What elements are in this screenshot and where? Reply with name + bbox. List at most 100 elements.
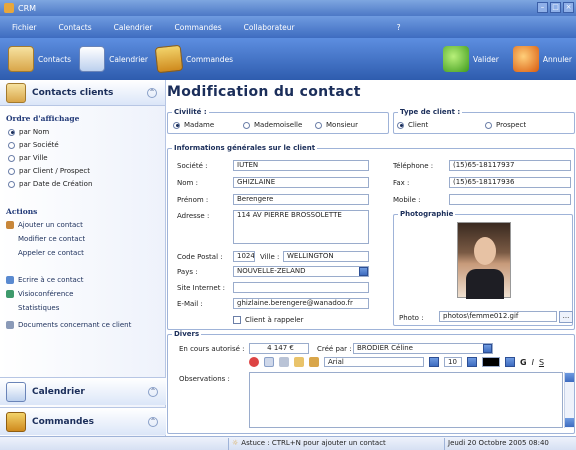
- fax-field[interactable]: (15)65-18117936: [449, 177, 571, 188]
- order-option-societe[interactable]: par Société: [8, 141, 59, 149]
- action-documents[interactable]: Documents concernant ce client: [6, 321, 131, 329]
- prenom-field[interactable]: Berengere: [233, 194, 369, 205]
- toolbar-contacts-label: Contacts: [38, 54, 72, 64]
- cut-icon[interactable]: [279, 357, 289, 367]
- civilite-madame[interactable]: Madame: [173, 121, 214, 129]
- minimize-button[interactable]: –: [537, 2, 548, 13]
- action-videoconference[interactable]: Visioconférence: [6, 290, 73, 298]
- action-statistics[interactable]: Statistiques: [18, 304, 59, 312]
- page-title: Modification du contact: [167, 84, 361, 100]
- menu-contacts[interactable]: Contacts: [47, 23, 102, 32]
- order-option-ville[interactable]: par Ville: [8, 154, 48, 162]
- sidebar-orders-panel[interactable]: Commandes ^: [0, 407, 166, 435]
- toolbar-calendar-button[interactable]: Calendrier: [79, 46, 148, 72]
- societe-label: Société :: [177, 162, 208, 170]
- menu-help[interactable]: ?: [385, 23, 411, 32]
- type-label: Prospect: [496, 121, 527, 129]
- chevron-down-icon[interactable]: [467, 357, 477, 367]
- telephone-field[interactable]: (15)65-18117937: [449, 160, 571, 171]
- site-field[interactable]: [233, 282, 369, 293]
- scroll-up-icon[interactable]: [565, 373, 574, 382]
- photo-legend: Photographie: [398, 210, 456, 218]
- toolbar-calendar-label: Calendrier: [109, 54, 149, 64]
- copy-icon[interactable]: [294, 357, 304, 367]
- bold-button[interactable]: G: [520, 358, 527, 367]
- font-size-select[interactable]: 10: [444, 357, 462, 367]
- color-swatch[interactable]: [482, 357, 500, 367]
- action-write-contact[interactable]: Ecrire à ce contact: [6, 276, 83, 284]
- underline-button[interactable]: S: [539, 358, 544, 367]
- maximize-button[interactable]: □: [550, 2, 561, 13]
- email-field[interactable]: ghizlaine.berengere@wanadoo.fr: [233, 298, 369, 309]
- mobile-label: Mobile :: [393, 196, 421, 204]
- tip-label: Astuce : CTRL+N pour ajouter un contact: [241, 439, 386, 447]
- cree-par-select[interactable]: BRODIER Céline: [353, 343, 493, 354]
- italic-button[interactable]: I: [532, 358, 534, 367]
- tip-text: ☼ Astuce : CTRL+N pour ajouter un contac…: [232, 439, 386, 447]
- cancel-button[interactable]: Annuler: [512, 46, 572, 72]
- contact-photo: [457, 222, 511, 299]
- radio-icon: [8, 128, 15, 136]
- toolbar-orders-button[interactable]: Commandes: [154, 44, 233, 74]
- prenom-label: Prénom :: [177, 196, 209, 204]
- sidebar-header-contacts[interactable]: Contacts clients ^: [0, 80, 165, 106]
- menu-bar: Fichier Contacts Calendrier Commandes Co…: [0, 16, 576, 38]
- encours-field[interactable]: 4 147 €: [249, 343, 309, 354]
- chevron-down-icon[interactable]: [483, 344, 492, 353]
- nom-field[interactable]: GHIZLAINE: [233, 177, 369, 188]
- menu-collaborateur[interactable]: Collaborateur: [232, 23, 305, 32]
- mobile-field[interactable]: [449, 194, 571, 205]
- paste-icon[interactable]: [309, 357, 319, 367]
- photo-path-field[interactable]: photos\femme012.gif: [439, 311, 557, 322]
- action-call-contact[interactable]: Appeler ce contact: [18, 249, 84, 257]
- code-postal-field[interactable]: 1024: [233, 251, 255, 262]
- rappel-checkbox[interactable]: [233, 316, 241, 324]
- observations-scrollbar[interactable]: [564, 372, 574, 428]
- ville-label: Ville :: [260, 253, 280, 261]
- action-label: Visioconférence: [18, 290, 74, 298]
- radio-icon: [8, 180, 15, 188]
- action-edit-contact[interactable]: Modifier ce contact: [18, 235, 85, 243]
- validate-button[interactable]: Valider: [443, 46, 499, 72]
- chevron-down-icon[interactable]: [505, 357, 515, 367]
- print-icon[interactable]: [264, 357, 274, 367]
- radio-icon: [8, 141, 15, 149]
- type-client-prospect[interactable]: Prospect: [485, 121, 526, 129]
- font-select[interactable]: Arial: [324, 357, 424, 367]
- close-button[interactable]: ×: [563, 2, 574, 13]
- contacts-icon: [6, 82, 26, 103]
- encours-label: En cours autorisé :: [179, 345, 245, 353]
- format-toolbar: Arial 10 G I S: [249, 357, 544, 367]
- collapse-icon[interactable]: ^: [147, 87, 157, 98]
- menu-fichier[interactable]: Fichier: [0, 23, 47, 32]
- adresse-field[interactable]: 114 AV PIERRE BROSSOLETTE: [233, 210, 369, 244]
- order-option-client-prospect[interactable]: par Client / Prospect: [8, 167, 90, 175]
- chevron-down-icon[interactable]: [429, 357, 439, 367]
- sidebar-calendar-panel[interactable]: Calendrier ^: [0, 377, 166, 405]
- pays-select[interactable]: NOUVELLE-ZELAND: [233, 266, 369, 277]
- societe-field[interactable]: IUTEN: [233, 160, 369, 171]
- scroll-down-icon[interactable]: [565, 418, 574, 427]
- add-contact-icon: [6, 221, 14, 229]
- action-add-contact[interactable]: Ajouter un contact: [6, 221, 83, 229]
- window-title: CRM: [18, 3, 37, 13]
- observations-field[interactable]: [249, 372, 563, 428]
- title-bar: CRM – □ ×: [0, 0, 576, 16]
- expand-icon[interactable]: ^: [148, 416, 158, 427]
- no-entry-icon[interactable]: [249, 357, 259, 367]
- type-client-client[interactable]: Client: [397, 121, 428, 129]
- ville-field[interactable]: WELLINGTON: [283, 251, 369, 262]
- order-option-date[interactable]: par Date de Création: [8, 180, 92, 188]
- cancel-icon: [512, 46, 539, 72]
- toolbar-contacts-button[interactable]: Contacts: [8, 46, 71, 72]
- menu-commandes[interactable]: Commandes: [163, 23, 232, 32]
- chevron-down-icon[interactable]: [359, 267, 368, 276]
- order-option-nom[interactable]: par Nom: [8, 128, 49, 136]
- menu-calendrier[interactable]: Calendrier: [102, 23, 163, 32]
- pays-label: Pays :: [177, 268, 198, 276]
- browse-button[interactable]: ...: [559, 311, 573, 323]
- expand-icon[interactable]: ^: [148, 386, 158, 397]
- civilite-mademoiselle[interactable]: Mademoiselle: [243, 121, 302, 129]
- civilite-monsieur[interactable]: Monsieur: [315, 121, 358, 129]
- action-label: Statistiques: [18, 304, 60, 312]
